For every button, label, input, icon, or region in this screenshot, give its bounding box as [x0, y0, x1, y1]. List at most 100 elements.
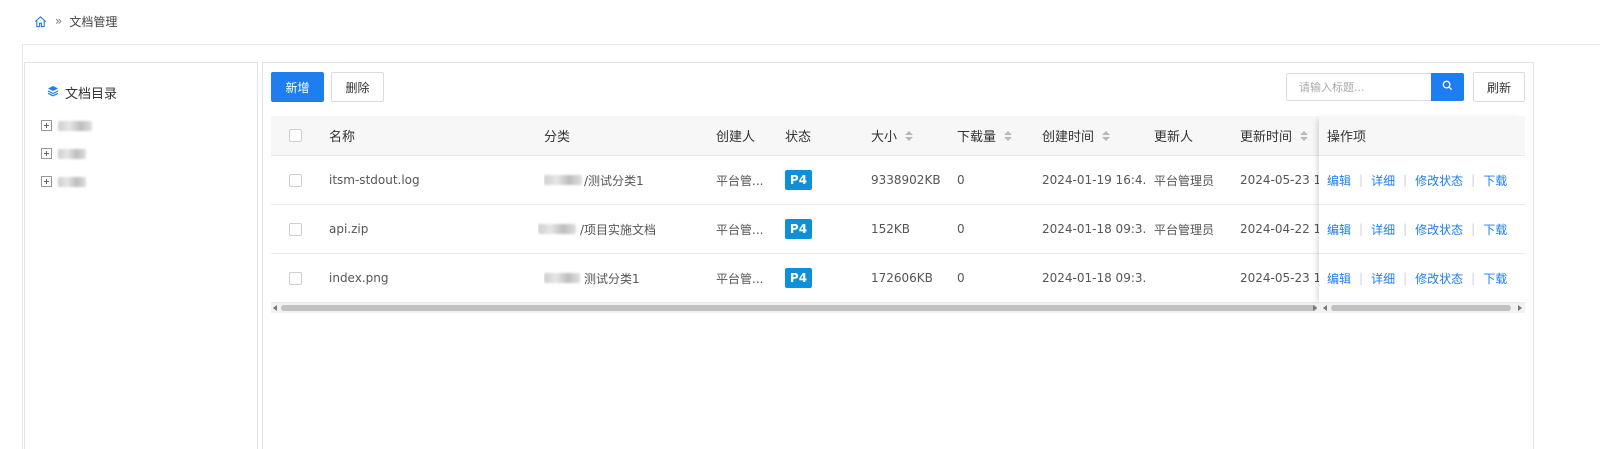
add-button[interactable]: 新增 [271, 72, 324, 102]
download-link[interactable]: 下载 [1483, 221, 1507, 238]
cell-created-at: 2024-01-19 16:4... [1042, 173, 1146, 187]
edit-link[interactable]: 编辑 [1327, 172, 1351, 189]
scroll-left-icon[interactable] [273, 305, 277, 311]
change-status-link[interactable]: 修改状态 [1415, 270, 1463, 287]
cell-category: /项目实施文档 [538, 205, 708, 253]
sort-icon[interactable] [1004, 130, 1013, 141]
cell-downloads: 0 [957, 173, 965, 187]
cell-name: api.zip [329, 222, 369, 236]
cell-size: 9338902KB [871, 173, 941, 187]
header-updated-at-label: 更新时间 [1240, 130, 1293, 145]
tree-node-label-blurred[interactable] [58, 120, 92, 131]
download-link[interactable]: 下载 [1483, 172, 1507, 189]
directory-tree: 文档目录 [24, 62, 258, 449]
detail-link[interactable]: 详细 [1371, 172, 1395, 189]
cell-creator: 平台管... [716, 271, 764, 286]
status-badge: P4 [785, 170, 812, 190]
scroll-left-icon[interactable] [1323, 305, 1327, 311]
row-checkbox-cell[interactable] [289, 205, 309, 253]
select-all-checkbox[interactable] [289, 129, 302, 142]
sort-icon[interactable] [1102, 130, 1111, 141]
tree-node-label-blurred[interactable] [58, 176, 86, 187]
category-blurred [544, 273, 580, 283]
header-creator: 创建人 [716, 130, 756, 145]
scroll-right-icon[interactable] [1313, 305, 1317, 311]
header-size-label: 大小 [871, 130, 898, 145]
status-badge: P4 [785, 268, 812, 288]
cell-created-at: 2024-01-18 09:3... [1042, 271, 1146, 285]
search-button[interactable] [1431, 73, 1464, 101]
cell-name: index.png [329, 271, 389, 285]
tree-node-2[interactable] [41, 148, 86, 159]
breadcrumb-current: 文档管理 [69, 14, 118, 29]
row-actions: 编辑 | 详细 | 修改状态 | 下载 [1319, 254, 1525, 303]
header-ops: 操作项 [1319, 116, 1525, 156]
breadcrumb: » 文档管理 [34, 12, 117, 30]
cell-size: 172606KB [871, 271, 933, 285]
row-checkbox[interactable] [289, 222, 302, 236]
cell-downloads: 0 [957, 271, 965, 285]
header-updated-at[interactable]: 更新时间 [1240, 116, 1319, 155]
cell-updater: 平台管理员 [1154, 173, 1215, 188]
tree-node-1[interactable] [41, 120, 92, 131]
sort-icon[interactable] [1300, 130, 1309, 141]
change-status-link[interactable]: 修改状态 [1415, 221, 1463, 238]
breadcrumb-separator: » [55, 14, 62, 28]
category-text: /项目实施文档 [580, 222, 657, 237]
header-name: 名称 [329, 130, 356, 145]
cell-status: P4 [785, 254, 845, 302]
home-icon[interactable] [34, 15, 47, 28]
download-link[interactable]: 下载 [1483, 270, 1507, 287]
expand-icon[interactable] [41, 148, 52, 159]
row-actions: 编辑 | 详细 | 修改状态 | 下载 [1319, 205, 1525, 254]
cell-status: P4 [785, 205, 845, 253]
edit-link[interactable]: 编辑 [1327, 270, 1351, 287]
header-status: 状态 [785, 130, 812, 145]
header-created-at[interactable]: 创建时间 [1042, 116, 1142, 155]
cell-updated-at: 2024-04-22 15 [1240, 222, 1319, 236]
tree-title-label: 文档目录 [65, 87, 118, 102]
search-input[interactable]: 请输入标题... [1286, 73, 1431, 101]
row-actions: 编辑 | 详细 | 修改状态 | 下载 [1319, 156, 1525, 205]
tree-node-3[interactable] [41, 176, 86, 187]
category-blurred [538, 224, 576, 234]
cell-created-at: 2024-01-18 09:3... [1042, 222, 1146, 236]
scroll-thumb[interactable] [281, 305, 1317, 311]
cell-creator: 平台管... [716, 222, 764, 237]
cell-category: /测试分类1 [544, 156, 704, 204]
layers-icon [47, 85, 59, 101]
row-checkbox[interactable] [289, 173, 302, 187]
delete-button[interactable]: 删除 [331, 72, 384, 102]
status-badge: P4 [785, 219, 812, 239]
change-status-link[interactable]: 修改状态 [1415, 172, 1463, 189]
category-blurred [544, 175, 582, 185]
row-checkbox[interactable] [289, 271, 302, 285]
cell-updated-at: 2024-05-23 10 [1240, 271, 1319, 285]
category-text: 测试分类1 [584, 271, 640, 286]
edit-link[interactable]: 编辑 [1327, 221, 1351, 238]
header-downloads[interactable]: 下载量 [957, 116, 1037, 155]
cell-updater [1154, 254, 1234, 302]
expand-icon[interactable] [41, 120, 52, 131]
expand-icon[interactable] [41, 176, 52, 187]
cell-category: 测试分类1 [544, 254, 704, 302]
header-updater: 更新人 [1154, 130, 1194, 145]
refresh-button[interactable]: 刷新 [1473, 72, 1525, 102]
select-all-cell[interactable] [289, 116, 309, 155]
cell-updated-at: 2024-05-23 10 [1240, 173, 1319, 187]
cell-downloads: 0 [957, 222, 965, 236]
header-downloads-label: 下载量 [957, 130, 997, 145]
row-checkbox-cell[interactable] [289, 156, 309, 204]
scroll-thumb[interactable] [1331, 305, 1511, 311]
document-list-panel: 新增 删除 请输入标题... 刷新 名称 分类 创建人 状态 大小 下载量 创建… [262, 62, 1534, 449]
row-checkbox-cell[interactable] [289, 254, 309, 302]
header-size[interactable]: 大小 [871, 116, 951, 155]
detail-link[interactable]: 详细 [1371, 221, 1395, 238]
horizontal-scrollbar[interactable] [271, 303, 1525, 313]
cell-creator: 平台管... [716, 173, 764, 188]
detail-link[interactable]: 详细 [1371, 270, 1395, 287]
header-created-at-label: 创建时间 [1042, 130, 1095, 145]
scroll-right-icon[interactable] [1518, 305, 1522, 311]
sort-icon[interactable] [905, 130, 914, 141]
tree-node-label-blurred[interactable] [58, 148, 86, 159]
